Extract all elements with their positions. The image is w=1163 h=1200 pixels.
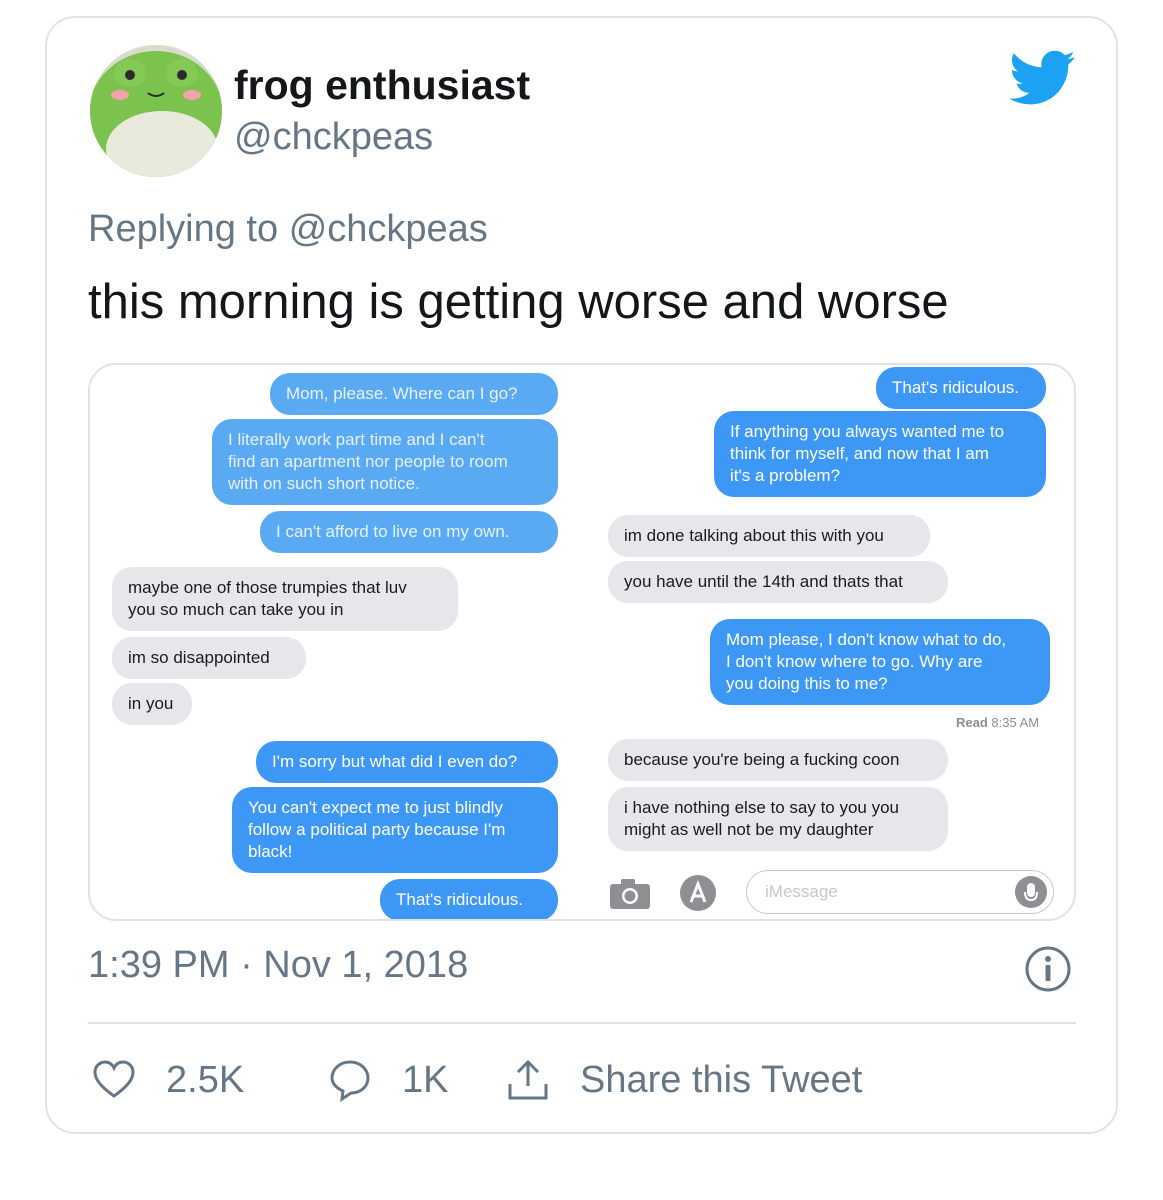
message-bubble-sent: Mom please, I don't know what to do, I d… — [710, 619, 1050, 705]
message-bubble-received: in you — [112, 683, 192, 725]
imessage-input[interactable]: iMessage — [746, 870, 1054, 914]
replying-to: Replying to @chckpeas — [88, 208, 488, 251]
read-receipt: Read 8:35 AM — [956, 715, 1039, 730]
message-bubble-received: im done talking about this with you — [608, 515, 930, 557]
message-bubble-sent: Mom, please. Where can I go? — [270, 373, 558, 415]
info-icon[interactable] — [1024, 945, 1072, 993]
message-bubble-received: you have until the 14th and thats that — [608, 561, 948, 603]
read-label: Read — [956, 715, 988, 730]
imessage-placeholder: iMessage — [765, 882, 838, 901]
tweet-text: this morning is getting worse and worse — [88, 275, 949, 329]
display-name[interactable]: frog enthusiast — [234, 62, 530, 109]
divider — [88, 1022, 1076, 1024]
message-bubble-sent: If anything you always wanted me to thin… — [714, 411, 1046, 497]
replying-handle-link[interactable]: @chckpeas — [289, 208, 488, 250]
camera-icon[interactable] — [608, 877, 652, 911]
message-bubble-sent: That's ridiculous. — [380, 879, 558, 919]
reply-icon[interactable] — [328, 1058, 372, 1102]
message-bubble-received: im so disappointed — [112, 637, 306, 679]
heart-icon[interactable] — [92, 1058, 136, 1102]
share-icon[interactable] — [506, 1058, 550, 1102]
message-bubble-sent: That's ridiculous. — [876, 367, 1046, 409]
read-time: 8:35 AM — [991, 715, 1040, 730]
avatar[interactable] — [90, 45, 222, 177]
share-action[interactable]: Share this Tweet — [506, 1052, 862, 1108]
app-store-icon[interactable] — [678, 873, 718, 913]
message-bubble-sent: You can't expect me to just blindly foll… — [232, 787, 558, 873]
share-label[interactable]: Share this Tweet — [580, 1059, 862, 1102]
message-bubble-sent: I literally work part time and I can't f… — [212, 419, 558, 505]
replying-prefix: Replying to — [88, 208, 279, 250]
tweet-timestamp[interactable]: 1:39 PM · Nov 1, 2018 — [88, 944, 468, 987]
like-count: 2.5K — [166, 1058, 245, 1101]
message-bubble-sent: I can't afford to live on my own. — [260, 511, 558, 553]
message-bubble-sent: I'm sorry but what did I even do? — [256, 741, 558, 783]
user-handle[interactable]: @chckpeas — [234, 116, 433, 159]
message-bubble-received: i have nothing else to say to you you mi… — [608, 787, 948, 851]
reply-action[interactable]: 1K — [328, 1052, 448, 1108]
message-bubble-received: maybe one of those trumpies that luv you… — [112, 567, 458, 631]
message-bubble-received: because you're being a fucking coon — [608, 739, 948, 781]
reply-count: 1K — [402, 1058, 449, 1101]
tweet-media-image[interactable]: Mom, please. Where can I go? I literally… — [88, 363, 1076, 921]
like-action[interactable]: 2.5K — [92, 1052, 244, 1108]
microphone-icon[interactable] — [1015, 876, 1047, 908]
twitter-bird-icon[interactable] — [1010, 50, 1076, 106]
frog-avatar-image — [90, 45, 222, 177]
